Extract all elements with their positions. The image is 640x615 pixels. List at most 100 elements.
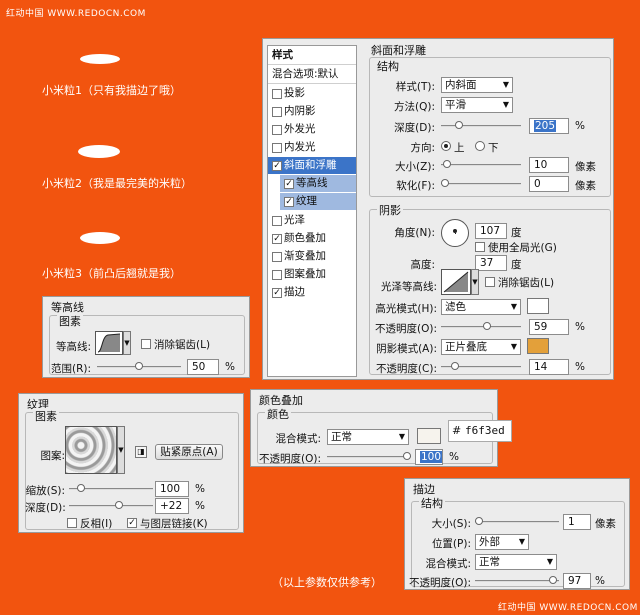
shadow-color-swatch[interactable] (527, 338, 549, 354)
stroke-size-knob[interactable] (475, 517, 483, 525)
highlight-opacity-knob[interactable] (483, 322, 491, 330)
pattern-preview[interactable] (65, 426, 117, 474)
checkbox-pattern-overlay[interactable] (272, 270, 282, 280)
contour-antialias-label: 消除锯齿(L) (154, 339, 211, 351)
depth-input[interactable]: 205 (529, 118, 569, 134)
highlight-mode-select[interactable]: 滤色 ▼ (441, 299, 521, 315)
style-item-blending[interactable]: 混合选项:默认 (268, 66, 356, 83)
highlight-opacity-label: 不透明度(O): (375, 323, 437, 335)
contour-curve-icon (97, 333, 121, 353)
soften-slider[interactable] (441, 179, 521, 187)
rice-grain-2 (78, 145, 120, 158)
angle-dial[interactable] (441, 219, 469, 247)
style-list: 样式 混合选项:默认 投影 内阴影 外发光 内发光 斜面和浮雕 ✓ 等高线 ✓ … (267, 45, 357, 377)
contour-antialias-checkbox[interactable] (141, 339, 151, 349)
footnote: （以上参数仅供参考） (272, 576, 382, 589)
stroke-position-select[interactable]: 外部 ▼ (475, 534, 529, 550)
texture-depth-knob[interactable] (115, 501, 123, 509)
scale-slider-knob[interactable] (77, 484, 85, 492)
overlay-opacity-unit: % (449, 451, 459, 463)
checkbox-drop-shadow[interactable] (272, 89, 282, 99)
contour-preview[interactable] (95, 331, 123, 355)
checkbox-gradient-overlay[interactable] (272, 252, 282, 262)
stroke-size-slider[interactable] (475, 517, 559, 525)
stroke-mode-select[interactable]: 正常 ▼ (475, 554, 557, 570)
stroke-structure-title: 结构 (419, 495, 445, 511)
checkbox-outer-glow[interactable] (272, 125, 282, 135)
direction-label: 方向: (410, 142, 435, 154)
range-input[interactable]: 50 (187, 359, 219, 375)
checkbox-texture[interactable]: ✓ (284, 197, 294, 207)
overlay-opacity-knob[interactable] (403, 452, 411, 460)
range-slider-knob[interactable] (135, 362, 143, 370)
checkbox-inner-glow[interactable] (272, 143, 282, 153)
angle-unit: 度 (511, 227, 522, 239)
texture-depth-unit: % (195, 500, 205, 512)
highlight-opacity-input[interactable]: 59 (529, 319, 569, 335)
pattern-dropdown[interactable]: ▼ (117, 426, 125, 474)
direction-up-radio[interactable] (441, 141, 451, 151)
highlight-mode-label: 高光模式(H): (375, 303, 437, 315)
gloss-contour-preview[interactable] (441, 269, 471, 295)
highlight-opacity-slider[interactable] (441, 322, 521, 330)
bevel-style-select[interactable]: 内斜面 ▼ (441, 77, 513, 93)
overlay-opacity-slider[interactable] (327, 452, 411, 460)
stroke-mode-label: 混合模式: (425, 558, 471, 570)
overlay-opacity-input[interactable]: 100 (415, 449, 443, 465)
invert-checkbox[interactable] (67, 518, 77, 528)
size-slider-knob[interactable] (443, 160, 451, 168)
bevel-structure-title: 结构 (377, 60, 399, 73)
size-input[interactable]: 10 (529, 157, 569, 173)
stroke-size-input[interactable]: 1 (563, 514, 591, 530)
shadow-opacity-knob[interactable] (451, 362, 459, 370)
altitude-input[interactable]: 37 (475, 255, 507, 271)
snap-to-origin-button[interactable]: 贴紧原点(A) (155, 444, 223, 460)
depth-label: 深度(D): (394, 122, 435, 134)
bevel-technique-select[interactable]: 平滑 ▼ (441, 97, 513, 113)
checkbox-color-overlay[interactable]: ✓ (272, 234, 282, 244)
overlay-mode-select[interactable]: 正常 ▼ (327, 429, 409, 445)
shadow-opacity-input[interactable]: 14 (529, 359, 569, 375)
range-slider[interactable] (97, 362, 181, 370)
stroke-panel: 描边 结构 大小(S): 1 像素 位置(P): 外部 ▼ 混合模式: 正常 ▼ 不… (404, 478, 630, 590)
scale-input[interactable]: 100 (155, 481, 189, 497)
shadow-mode-select[interactable]: 正片叠底 ▼ (441, 339, 521, 355)
range-label: 范围(R): (50, 363, 91, 375)
gloss-contour-dropdown[interactable]: ▼ (471, 269, 479, 295)
depth-slider-knob[interactable] (455, 121, 463, 129)
angle-input[interactable]: 107 (475, 223, 507, 239)
style-label: 样式(T): (395, 81, 435, 93)
hex-prefix: # (452, 424, 462, 437)
highlight-color-swatch[interactable] (527, 298, 549, 314)
pattern-label: 图案: (40, 450, 65, 462)
invert-label: 反相(I) (80, 518, 113, 530)
stroke-opacity-knob[interactable] (549, 576, 557, 584)
link-layer-checkbox[interactable]: ✓ (127, 518, 137, 528)
link-layer-label: 与图层链接(K) (140, 518, 208, 530)
size-label: 大小(Z): (395, 161, 435, 173)
size-slider[interactable] (441, 160, 521, 168)
direction-down-radio[interactable] (475, 141, 485, 151)
new-preset-icon[interactable]: ◨ (135, 446, 147, 458)
global-light-checkbox[interactable] (475, 242, 485, 252)
stroke-opacity-input[interactable]: 97 (563, 573, 591, 589)
soften-slider-knob[interactable] (441, 179, 449, 187)
texture-depth-input[interactable]: +22 (155, 498, 189, 514)
checkbox-contour[interactable]: ✓ (284, 179, 294, 189)
stroke-opacity-slider[interactable] (475, 576, 559, 584)
gloss-antialias-checkbox[interactable] (485, 277, 495, 287)
texture-depth-slider[interactable] (69, 501, 153, 509)
shadow-opacity-slider[interactable] (441, 362, 521, 370)
checkbox-stroke[interactable]: ✓ (272, 288, 282, 298)
checkbox-bevel-emboss[interactable]: ✓ (272, 161, 282, 171)
checkbox-satin[interactable] (272, 216, 282, 226)
soften-input[interactable]: 0 (529, 176, 569, 192)
contour-dropdown[interactable]: ▼ (123, 331, 131, 355)
texture-panel: 纹理 图素 图案: ▼ ◨ 贴紧原点(A) 缩放(S): 100 % 深度(D)… (18, 393, 244, 533)
depth-unit: % (575, 120, 585, 132)
overlay-color-swatch[interactable] (417, 428, 441, 444)
checkbox-inner-shadow[interactable] (272, 107, 282, 117)
scale-slider[interactable] (69, 484, 153, 492)
depth-slider[interactable] (441, 121, 521, 129)
grain-caption-2: 小米粒2（我是最完美的米粒） (42, 177, 192, 190)
